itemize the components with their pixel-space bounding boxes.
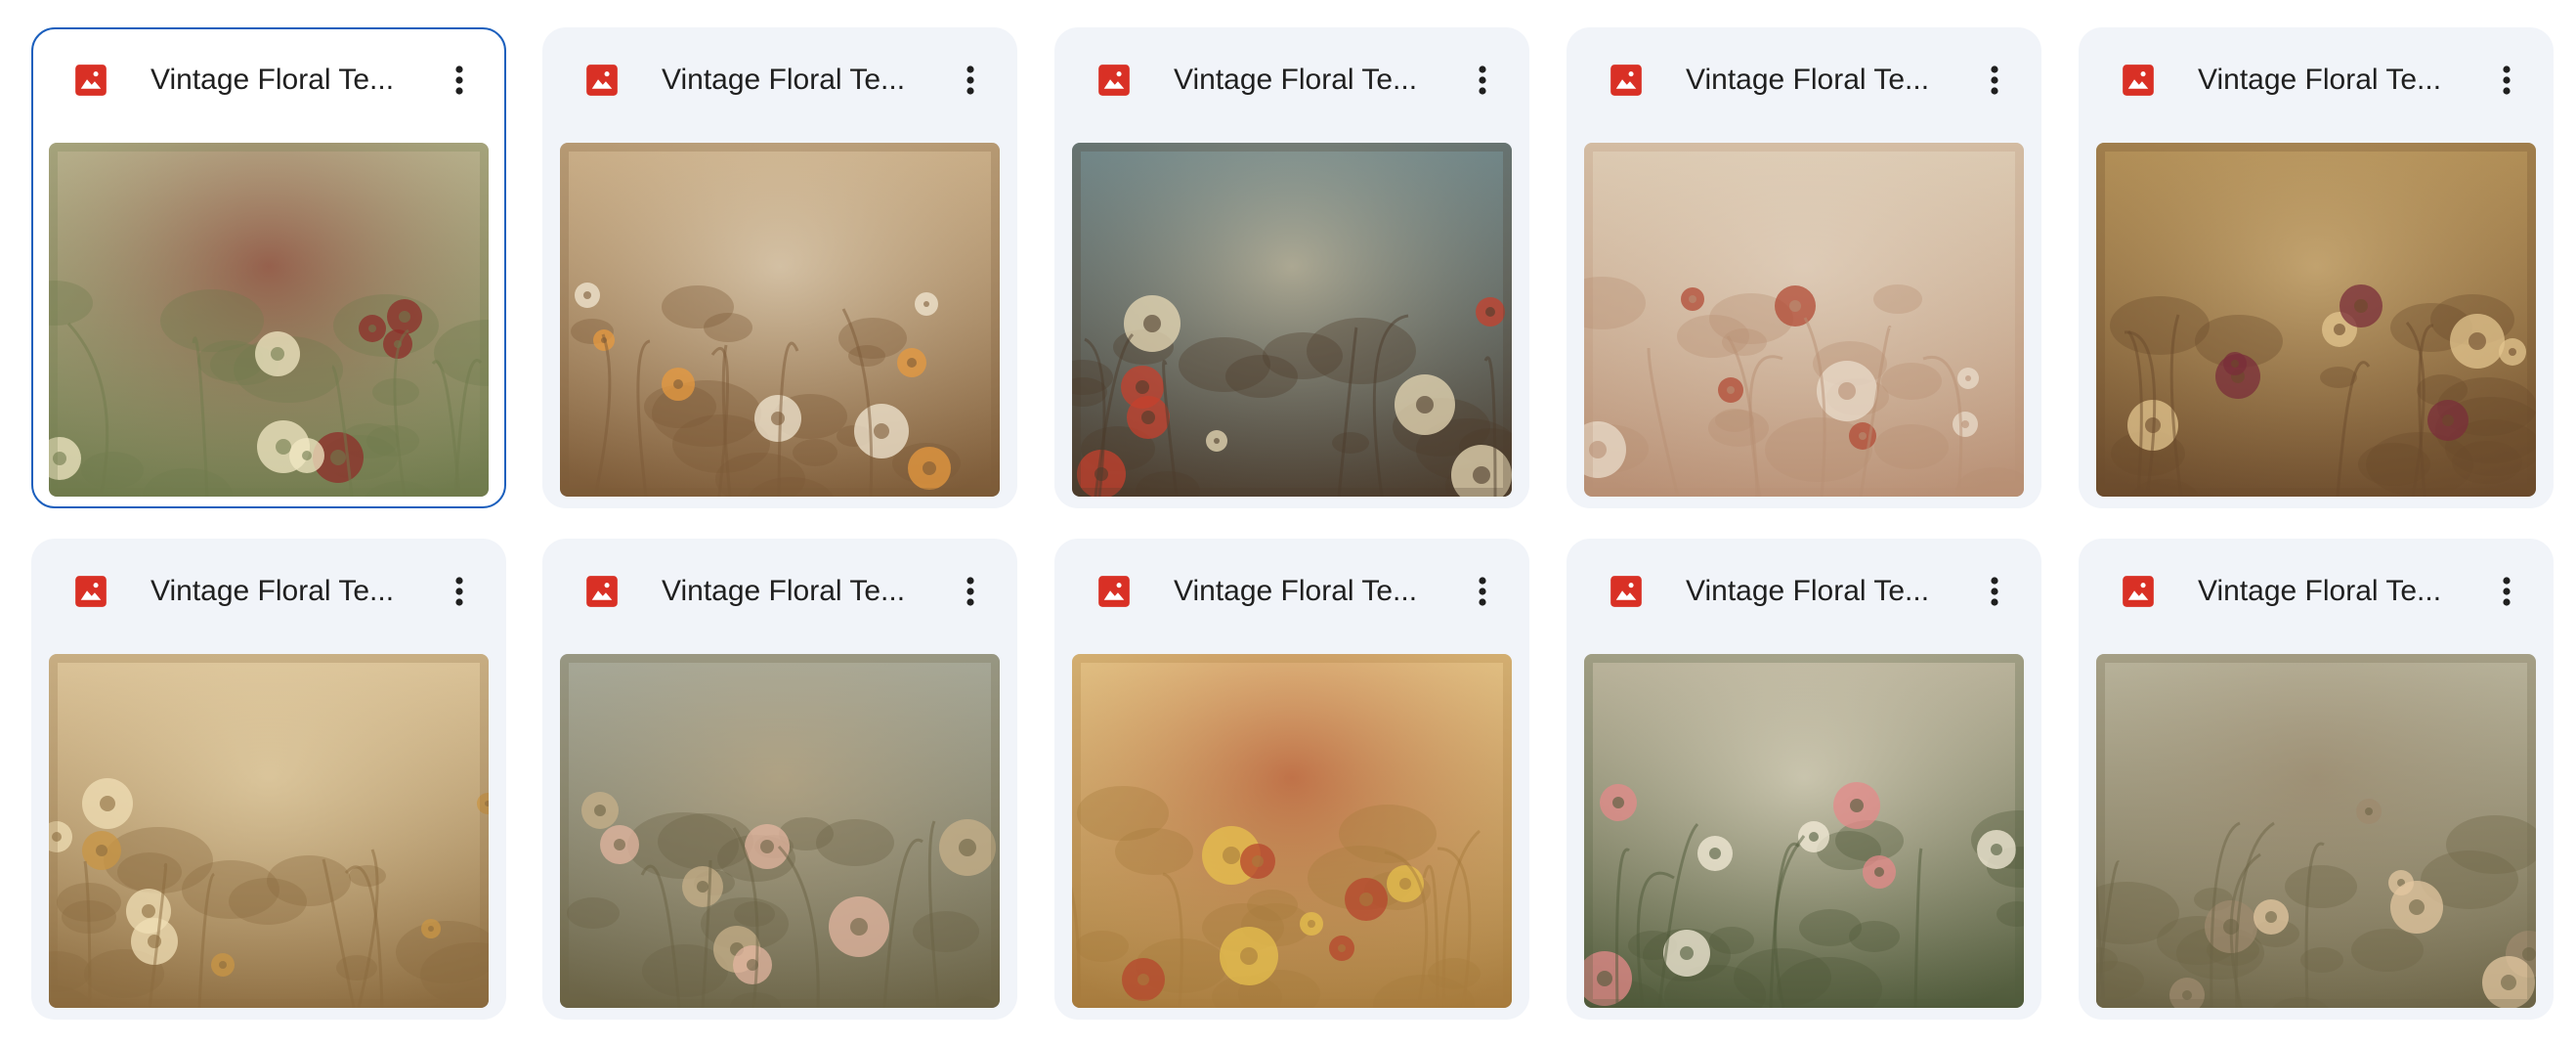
file-card[interactable]: Vintage Floral Te... <box>2079 539 2554 1020</box>
file-name: Vintage Floral Te... <box>150 575 395 607</box>
file-grid: Vintage Floral Te... Vintage Floral Te..… <box>0 0 2576 1046</box>
image-file-icon <box>1095 62 1133 99</box>
vintage-floral-texture-7[interactable] <box>560 654 1000 1008</box>
more-vert-icon[interactable] <box>945 566 996 617</box>
image-file-icon <box>2120 573 2157 610</box>
vintage-floral-texture-2[interactable] <box>560 143 1000 497</box>
more-vert-icon[interactable] <box>434 566 485 617</box>
image-file-icon <box>72 62 109 99</box>
file-card-header: Vintage Floral Te... <box>542 27 1017 133</box>
vintage-floral-texture-10[interactable] <box>2096 654 2536 1008</box>
image-file-icon <box>1608 573 1645 610</box>
file-name: Vintage Floral Te... <box>1174 575 1418 607</box>
more-vert-icon[interactable] <box>2481 55 2532 106</box>
image-file-icon <box>1608 62 1645 99</box>
vintage-floral-texture-5[interactable] <box>2096 143 2536 497</box>
image-file-icon <box>583 62 621 99</box>
more-vert-icon[interactable] <box>1969 55 2020 106</box>
file-card-header: Vintage Floral Te... <box>1567 539 2041 644</box>
file-name: Vintage Floral Te... <box>662 575 906 607</box>
file-card[interactable]: Vintage Floral Te... <box>542 539 1017 1020</box>
file-card[interactable]: Vintage Floral Te... <box>31 539 506 1020</box>
more-vert-icon[interactable] <box>434 55 485 106</box>
vintage-floral-texture-3[interactable] <box>1072 143 1512 497</box>
file-card[interactable]: Vintage Floral Te... <box>1567 27 2041 508</box>
vintage-floral-texture-8[interactable] <box>1072 654 1512 1008</box>
more-vert-icon[interactable] <box>1457 55 1508 106</box>
vintage-floral-texture-9[interactable] <box>1584 654 2024 1008</box>
file-name: Vintage Floral Te... <box>2198 64 2442 96</box>
more-vert-icon[interactable] <box>1457 566 1508 617</box>
vintage-floral-texture-6[interactable] <box>49 654 489 1008</box>
image-file-icon <box>583 573 621 610</box>
file-card-header: Vintage Floral Te... <box>31 539 506 644</box>
file-name: Vintage Floral Te... <box>2198 575 2442 607</box>
file-card-header: Vintage Floral Te... <box>31 27 506 133</box>
file-name: Vintage Floral Te... <box>1686 575 1930 607</box>
file-card[interactable]: Vintage Floral Te... <box>1054 27 1529 508</box>
image-file-icon <box>2120 62 2157 99</box>
file-card[interactable]: Vintage Floral Te... <box>1054 539 1529 1020</box>
file-card[interactable]: Vintage Floral Te... <box>1567 539 2041 1020</box>
more-vert-icon[interactable] <box>2481 566 2532 617</box>
more-vert-icon[interactable] <box>1969 566 2020 617</box>
more-vert-icon[interactable] <box>945 55 996 106</box>
file-card[interactable]: Vintage Floral Te... <box>2079 27 2554 508</box>
file-card-header: Vintage Floral Te... <box>2079 27 2554 133</box>
file-card-header: Vintage Floral Te... <box>542 539 1017 644</box>
file-card-header: Vintage Floral Te... <box>2079 539 2554 644</box>
file-name: Vintage Floral Te... <box>662 64 906 96</box>
vintage-floral-texture-1[interactable] <box>49 143 489 497</box>
file-name: Vintage Floral Te... <box>1686 64 1930 96</box>
image-file-icon <box>72 573 109 610</box>
file-card[interactable]: Vintage Floral Te... <box>542 27 1017 508</box>
file-card-header: Vintage Floral Te... <box>1567 27 2041 133</box>
vintage-floral-texture-4[interactable] <box>1584 143 2024 497</box>
file-card[interactable]: Vintage Floral Te... <box>31 27 506 508</box>
file-card-header: Vintage Floral Te... <box>1054 539 1529 644</box>
image-file-icon <box>1095 573 1133 610</box>
file-name: Vintage Floral Te... <box>1174 64 1418 96</box>
file-card-header: Vintage Floral Te... <box>1054 27 1529 133</box>
file-name: Vintage Floral Te... <box>150 64 395 96</box>
